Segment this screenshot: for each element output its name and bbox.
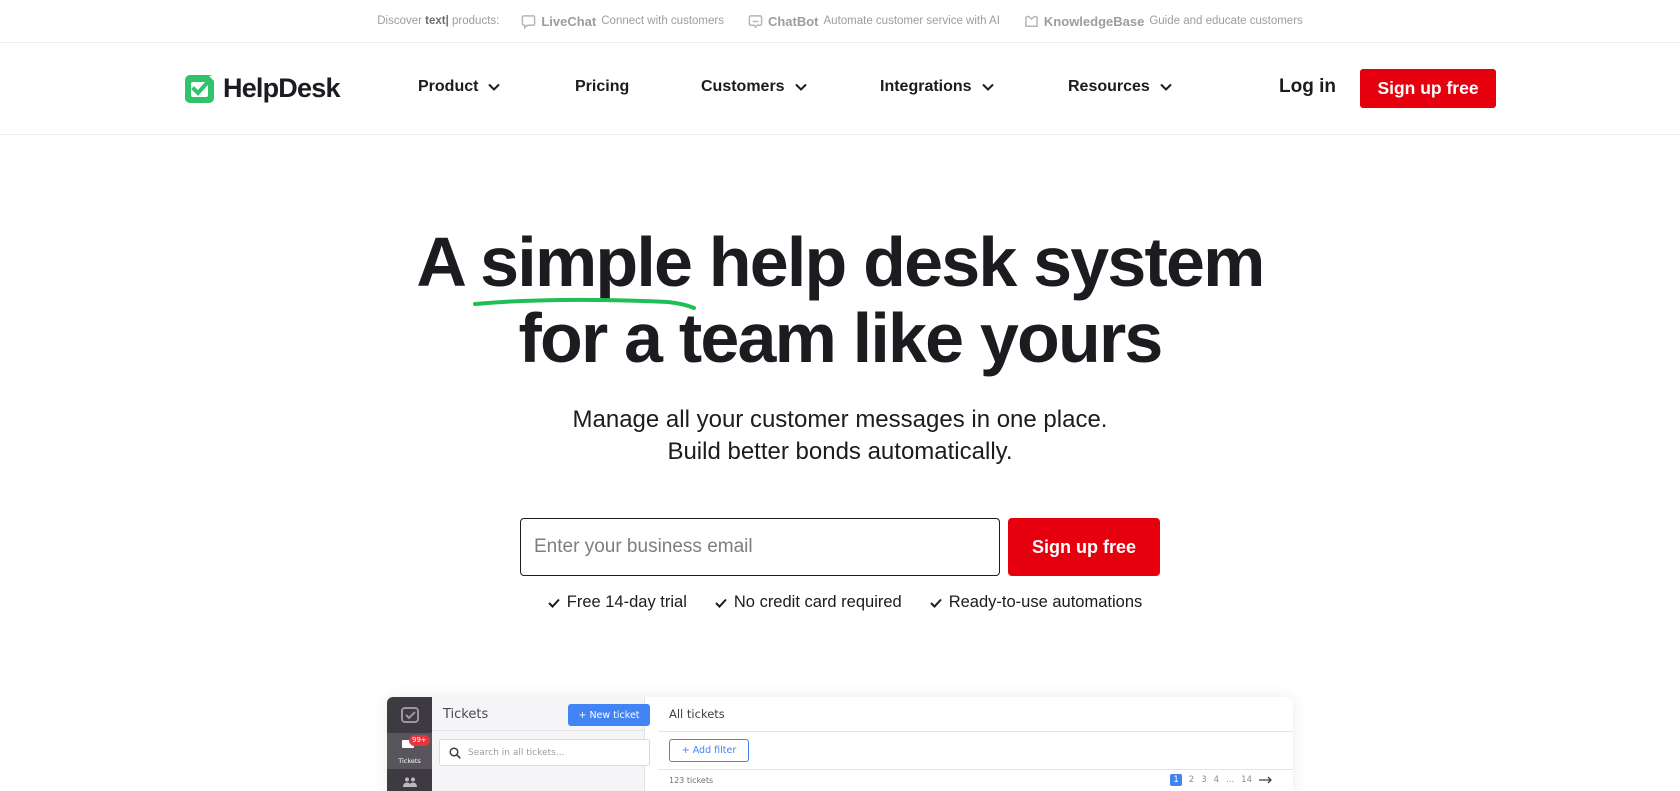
perk-item: Ready-to-use automations xyxy=(930,593,1142,612)
perks-list: Free 14-day trial No credit card require… xyxy=(0,593,1680,612)
login-link[interactable]: Log in xyxy=(1279,76,1336,98)
perk-item: Free 14-day trial xyxy=(548,593,687,612)
nav-pricing[interactable]: Pricing xyxy=(575,78,629,96)
green-underline-stroke xyxy=(473,297,696,310)
divider xyxy=(658,731,1293,732)
app-preview-screenshot: 99+ Tickets Tickets + New ticket Search … xyxy=(387,697,1293,791)
page-1: 1 xyxy=(1170,774,1182,786)
nav-resources[interactable]: Resources xyxy=(1068,78,1172,96)
livechat-icon xyxy=(522,14,536,29)
chatbot-icon xyxy=(748,14,763,28)
helpdesk-logo-icon xyxy=(401,707,419,723)
checkmark-icon xyxy=(715,598,727,608)
helpdesk-logo-icon xyxy=(185,74,216,103)
preview-main-panel: All tickets + Add filter 123 tickets 1 2… xyxy=(658,697,1293,791)
checkmark-icon xyxy=(548,598,560,608)
preview-ticket-list: Tickets + New ticket Search in all ticke… xyxy=(432,697,650,791)
checkmark-icon xyxy=(930,598,942,608)
tickets-heading: Tickets xyxy=(443,707,489,722)
signup-button-hero[interactable]: Sign up free xyxy=(1008,518,1160,576)
users-icon xyxy=(403,777,417,787)
ticket-count: 123 tickets xyxy=(669,776,714,785)
hero-subtitle: Manage all your customer messages in one… xyxy=(572,406,1108,465)
all-tickets-heading: All tickets xyxy=(669,707,725,721)
divider xyxy=(658,769,1293,770)
knowledgebase-icon xyxy=(1025,15,1038,27)
tickets-badge: 99+ xyxy=(409,735,430,746)
page-3: 3 xyxy=(1201,775,1207,785)
chevron-down-icon xyxy=(1160,83,1172,91)
new-ticket-button: + New ticket xyxy=(568,704,650,726)
page-14: 14 xyxy=(1241,775,1252,785)
nav-integrations[interactable]: Integrations xyxy=(880,78,994,96)
pagination: 1 2 3 4 ... 14 xyxy=(1170,774,1273,786)
arrow-right-icon xyxy=(1259,776,1272,784)
main-navbar: HelpDesk Product Pricing Customers Integ… xyxy=(0,43,1680,135)
add-filter-button: + Add filter xyxy=(669,739,749,762)
page-ellipsis: ... xyxy=(1226,775,1235,785)
product-link-livechat[interactable]: LiveChat Connect with customers xyxy=(521,14,724,29)
ticket-search-input: Search in all tickets... xyxy=(439,739,650,766)
signup-button-header[interactable]: Sign up free xyxy=(1360,69,1496,108)
chevron-down-icon xyxy=(794,83,807,91)
business-email-input[interactable] xyxy=(520,518,1000,576)
helpdesk-logo[interactable]: HelpDesk xyxy=(184,73,340,104)
page-2: 2 xyxy=(1188,775,1195,785)
chevron-down-icon xyxy=(488,83,501,91)
nav-product[interactable]: Product xyxy=(418,78,501,96)
preview-sidebar: 99+ Tickets xyxy=(387,697,432,791)
chevron-down-icon xyxy=(981,83,994,91)
product-link-chatbot[interactable]: ChatBot Automate customer service with A… xyxy=(748,14,1000,29)
discover-bar: Discover text| products: LiveChat Connec… xyxy=(0,0,1680,43)
discover-label: Discover text| products: xyxy=(377,15,500,27)
nav-customers[interactable]: Customers xyxy=(701,78,807,96)
preview-sidebar-tickets: 99+ Tickets xyxy=(387,733,432,769)
hero-title-highlight: simple xyxy=(480,223,693,301)
hero-title: A simple help desk system for a team lik… xyxy=(416,223,1265,377)
search-icon xyxy=(449,746,461,759)
page-4: 4 xyxy=(1213,775,1220,785)
product-link-knowledgebase[interactable]: KnowledgeBase Guide and educate customer… xyxy=(1024,14,1303,29)
perk-item: No credit card required xyxy=(715,593,902,612)
